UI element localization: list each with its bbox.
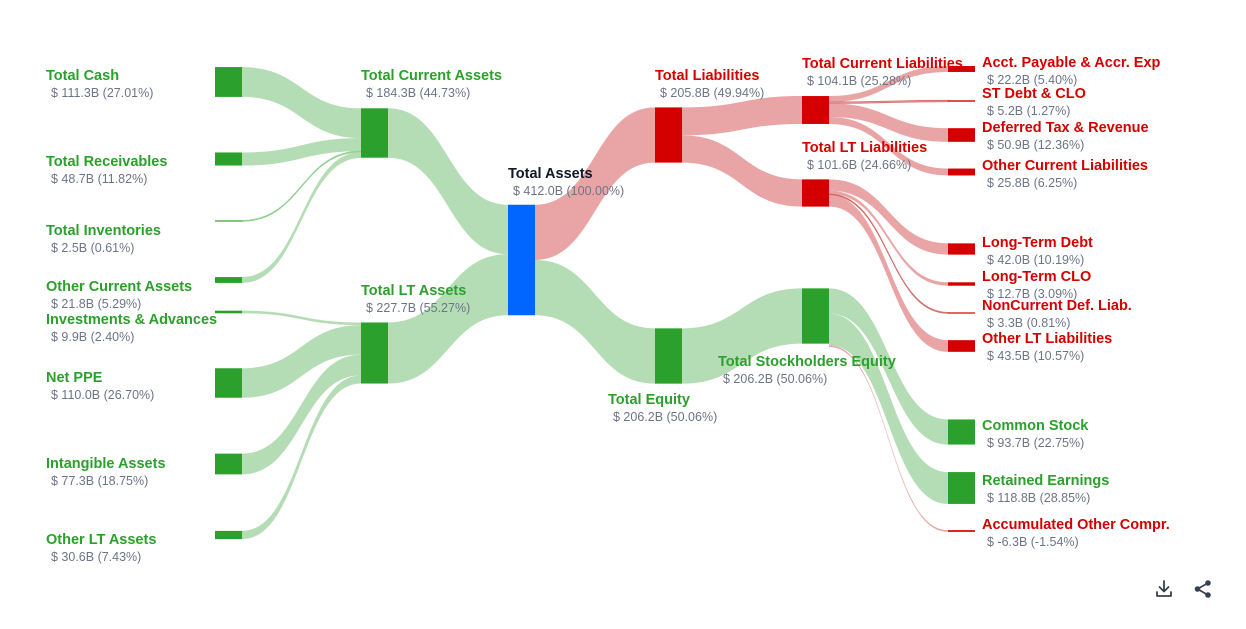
node-long_term_clo[interactable] [948,282,975,286]
node-value-total_liabilities: $ 205.8B (49.94%) [660,86,764,100]
share-icon [1194,580,1211,598]
node-label-other_current_liabilities: Other Current Liabilities [982,158,1148,174]
node-label-total_current_assets: Total Current Assets [361,68,502,84]
link-other_current_assets-to-total_current_assets[interactable] [242,152,361,283]
node-label-long_term_debt: Long-Term Debt [982,235,1093,251]
node-label-noncurrent_def_liab: NonCurrent Def. Liab. [982,298,1132,314]
node-other_lt_assets[interactable] [215,530,242,540]
node-label-acct_payable: Acct. Payable & Accr. Exp [982,55,1161,71]
node-label-total_assets: Total Assets [508,166,593,182]
node-total_assets[interactable] [508,204,535,316]
node-total_receivables[interactable] [215,152,242,166]
link-total_liabilities-to-total_lt_liabilities[interactable] [682,135,802,207]
node-value-accumulated_other_compr: $ -6.3B (-1.54%) [987,535,1079,549]
node-noncurrent_def_liab[interactable] [948,312,975,314]
node-value-total_inventories: $ 2.5B (0.61%) [51,241,134,255]
node-value-total_assets: $ 412.0B (100.00%) [513,184,624,198]
node-other_lt_liabilities[interactable] [948,340,975,352]
node-st_debt_clo[interactable] [948,100,975,102]
node-value-st_debt_clo: $ 5.2B (1.27%) [987,104,1070,118]
node-label-other_lt_assets: Other LT Assets [46,532,156,548]
share-button[interactable] [1192,578,1214,600]
node-label-total_cash: Total Cash [46,68,119,84]
node-value-intangible_assets: $ 77.3B (18.75%) [51,474,148,488]
node-label-total_lt_liabilities: Total LT Liabilities [802,140,927,156]
download-icon [1156,580,1172,597]
node-long_term_debt[interactable] [948,243,975,255]
node-accumulated_other_compr[interactable] [948,530,975,532]
node-label-long_term_clo: Long-Term CLO [982,269,1091,285]
node-value-total_lt_liabilities: $ 101.6B (24.66%) [807,158,911,172]
node-value-total_lt_assets: $ 227.7B (55.27%) [366,301,470,315]
node-label-total_liabilities: Total Liabilities [655,68,759,84]
node-total_liabilities[interactable] [655,107,682,163]
node-total_cash[interactable] [215,67,242,97]
node-other_current_liabilities[interactable] [948,168,975,176]
links-layer [241,66,949,540]
node-label-other_lt_liabilities: Other LT Liabilities [982,331,1112,347]
node-common_stock[interactable] [948,419,975,445]
node-other_current_assets[interactable] [215,277,242,283]
link-total_assets-to-total_equity[interactable] [535,259,655,384]
node-value-acct_payable: $ 22.2B (5.40%) [987,73,1077,87]
node-total_inventories[interactable] [215,220,242,222]
node-label-intangible_assets: Intangible Assets [46,456,166,472]
node-value-other_lt_liabilities: $ 43.5B (10.57%) [987,349,1084,363]
node-value-other_lt_assets: $ 30.6B (7.43%) [51,550,141,564]
node-label-total_receivables: Total Receivables [46,154,167,170]
link-total_lt_assets-to-total_assets[interactable] [388,254,508,384]
node-total_equity[interactable] [655,328,682,384]
node-label-total_inventories: Total Inventories [46,223,161,239]
link-total_liabilities-to-total_current_liabilities[interactable] [682,96,802,136]
node-label-total_stockholders_equity: Total Stockholders Equity [718,354,896,370]
node-label-total_equity: Total Equity [608,392,690,408]
node-value-total_cash: $ 111.3B (27.01%) [51,86,153,100]
node-value-retained_earnings: $ 118.8B (28.85%) [987,491,1090,505]
node-value-other_current_assets: $ 21.8B (5.29%) [51,297,141,311]
node-total_stockholders_equity[interactable] [802,288,829,344]
node-label-total_current_liabilities: Total Current Liabilities [802,56,963,72]
node-label-st_debt_clo: ST Debt & CLO [982,86,1086,102]
node-value-other_current_liabilities: $ 25.8B (6.25%) [987,176,1077,190]
node-label-investments_advances: Investments & Advances [46,312,217,328]
node-total_lt_assets[interactable] [361,322,388,384]
node-label-common_stock: Common Stock [982,418,1089,434]
node-label-deferred_tax_revenue: Deferred Tax & Revenue [982,120,1149,136]
node-value-deferred_tax_revenue: $ 50.9B (12.36%) [987,138,1084,152]
download-button[interactable] [1153,578,1175,600]
node-deferred_tax_revenue[interactable] [948,128,975,142]
node-label-other_current_assets: Other Current Assets [46,279,192,295]
node-total_current_assets[interactable] [361,108,388,158]
node-value-investments_advances: $ 9.9B (2.40%) [51,330,134,344]
node-value-total_receivables: $ 48.7B (11.82%) [51,172,147,186]
link-total_lt_liabilities-to-long_term_debt[interactable] [829,179,948,255]
node-value-long_term_debt: $ 42.0B (10.19%) [987,253,1084,267]
node-value-net_ppe: $ 110.0B (26.70%) [51,388,154,402]
node-total_current_liabilities[interactable] [802,96,829,124]
node-label-total_lt_assets: Total LT Assets [361,283,466,299]
node-value-total_current_liabilities: $ 104.1B (25.28%) [807,74,911,88]
node-label-accumulated_other_compr: Accumulated Other Compr. [982,517,1170,533]
node-value-total_current_assets: $ 184.3B (44.73%) [366,86,470,100]
node-investments_advances[interactable] [215,310,242,314]
node-retained_earnings[interactable] [948,472,975,504]
link-investments_advances-to-total_lt_assets[interactable] [242,310,361,326]
node-net_ppe[interactable] [215,368,242,398]
node-label-net_ppe: Net PPE [46,370,103,386]
node-intangible_assets[interactable] [215,453,242,475]
sankey-chart: Total Cash $ 111.3B (27.01%) Total Receiva… [46,55,1170,564]
link-total_current_assets-to-total_assets[interactable] [388,108,508,255]
node-value-noncurrent_def_liab: $ 3.3B (0.81%) [987,316,1070,330]
node-value-common_stock: $ 93.7B (22.75%) [987,436,1084,450]
node-value-total_stockholders_equity: $ 206.2B (50.06%) [723,372,827,386]
node-value-total_equity: $ 206.2B (50.06%) [613,410,717,424]
node-label-retained_earnings: Retained Earnings [982,473,1109,489]
link-total_cash-to-total_current_assets[interactable] [242,67,361,139]
node-total_lt_liabilities[interactable] [802,179,829,207]
